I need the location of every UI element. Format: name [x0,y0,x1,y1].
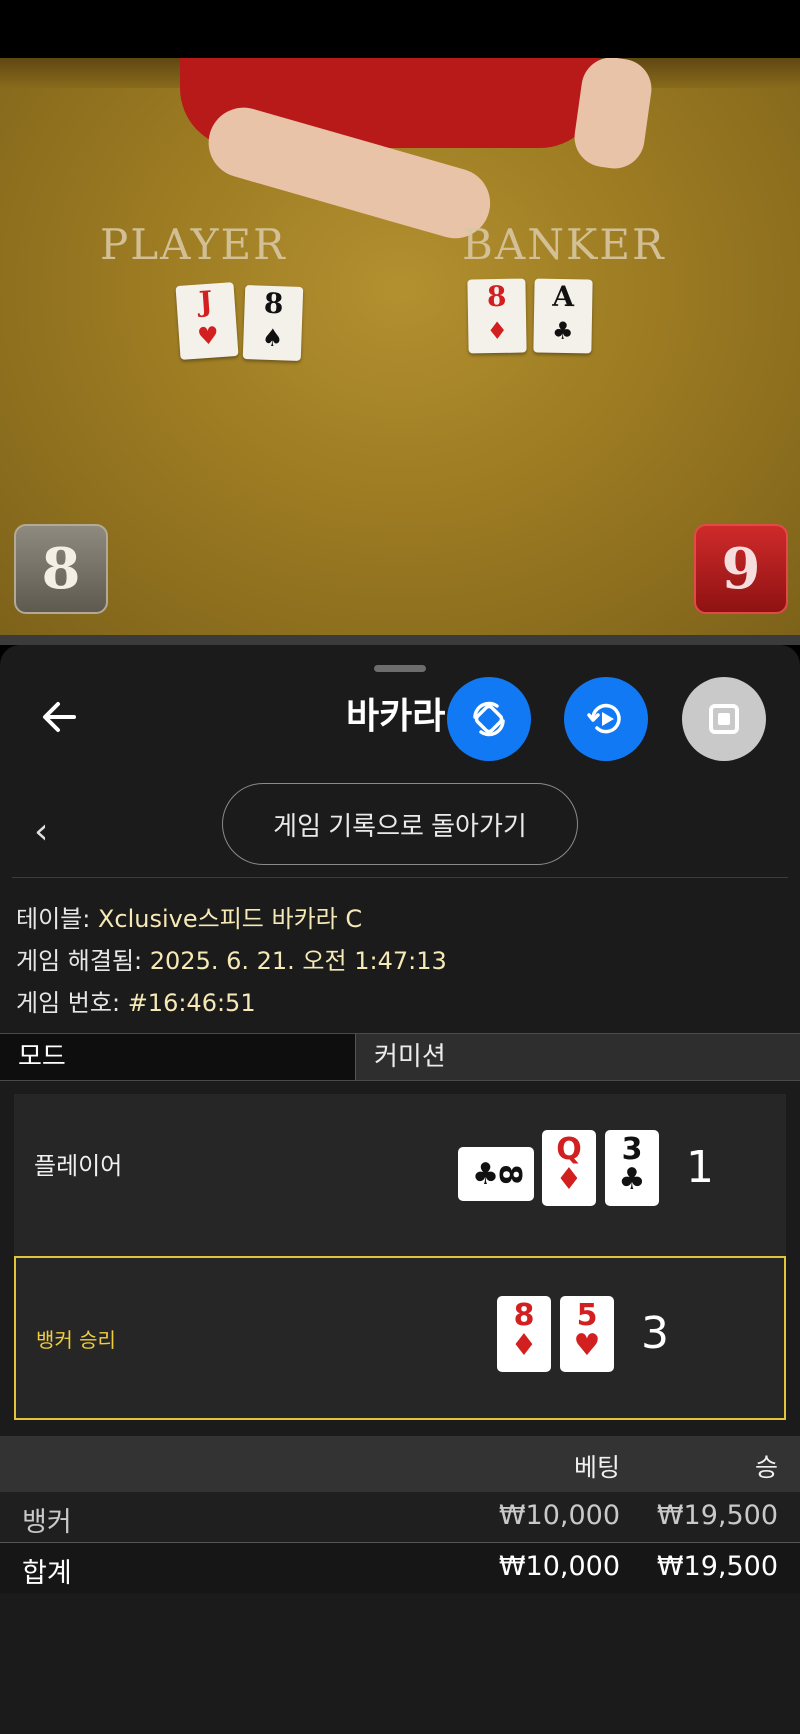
banker-card-1-rank: 8 [513,1298,535,1333]
diamond-suit-icon: ♦ [486,315,509,346]
player-card-3-rank: 3 [621,1132,643,1167]
heart-suit-icon: ♥ [573,1328,601,1363]
total-win-amount: ₩19,500 [656,1551,778,1582]
replay-button[interactable] [564,677,648,761]
drag-handle[interactable] [374,665,426,672]
mode-value: 커미션 [374,1042,446,1072]
diamond-suit-icon: ♦ [555,1162,583,1197]
player-hand-total: 1 [686,1142,714,1193]
club-suit-icon: ♣ [618,1162,646,1197]
stop-button[interactable] [682,677,766,761]
bet-amount: ₩10,000 [498,1500,620,1531]
player-card-1: ♣ 8 [458,1147,534,1201]
game-number-info: 게임 번호: #16:46:51 [16,983,256,1018]
bets-table: 베팅 승 뱅커 ₩10,000 ₩19,500 합계 ₩10,000 ₩19,5… [0,1436,800,1593]
banker-score-badge: 9 [694,524,788,614]
table-card-rank: 8 [486,279,507,314]
banker-win-label: 뱅커 승리 [36,1328,116,1352]
banker-card-2: 5 ♥ [560,1296,614,1372]
game-detail-panel: 바카라 ‹ 게임 기록으로 돌아가기 테이블: Xclusive스피드 바카라 … [0,645,800,1734]
player-card-2-rank: Q [556,1132,582,1167]
table-card-player-2: 8 ♠ [242,285,304,361]
player-card-2: Q ♦ [542,1130,596,1206]
heart-suit-icon: ♥ [196,320,220,351]
road-strip [0,635,800,645]
arrow-left-icon[interactable] [38,695,82,739]
player-card-3: 3 ♣ [605,1130,659,1206]
spade-suit-icon: ♠ [261,322,284,353]
table-card-banker-1: 8 ♦ [467,278,527,354]
table-info-value: Xclusive스피드 바카라 C [97,905,363,933]
win-amount: ₩19,500 [656,1500,778,1531]
player-card-1-rank: 8 [491,1163,527,1185]
rotate-sync-icon [473,701,505,737]
banker-hand-row: 뱅커 승리 8 ♦ 5 ♥ 3 [14,1256,786,1420]
divider [12,877,788,878]
mode-label: 모드 [0,1034,356,1080]
player-hand-name: 플레이어 [34,1152,123,1180]
club-suit-icon: ♣ [551,315,574,346]
player-score-badge: 8 [14,524,108,614]
diamond-suit-icon: ♦ [510,1328,538,1363]
bet-column-header: 베팅 [573,1453,620,1482]
game-number-label: 게임 번호: [16,989,121,1017]
table-label-banker: BANKER [462,220,666,269]
stop-square-icon [709,704,739,734]
back-to-history-button[interactable]: 게임 기록으로 돌아가기 [222,783,578,865]
banker-hand-total: 3 [641,1308,669,1359]
player-hand-row: 플레이어 ♣ 8 Q ♦ 3 ♣ 1 [14,1094,786,1256]
table-card-rank: 8 [263,286,284,321]
resolved-info: 게임 해결됨: 2025. 6. 21. 오전 1:47:13 [16,941,447,976]
total-bet-amount: ₩10,000 [498,1551,620,1582]
bet-name: 뱅커 [22,1507,72,1538]
table-row: 뱅커 ₩10,000 ₩19,500 [0,1492,800,1543]
table-label-player: PLAYER [100,220,287,269]
live-video-feed: PLAYER BANKER J ♥ 8 ♠ 8 ♦ A ♣ 8 9 [0,58,800,635]
table-row-total: 합계 ₩10,000 ₩19,500 [0,1543,800,1593]
banker-card-1: 8 ♦ [497,1296,551,1372]
rotate-sync-button[interactable] [447,677,531,761]
total-label: 합계 [22,1558,72,1589]
dealer-right-hand [570,58,656,173]
table-card-rank: J [197,284,214,319]
table-card-player-1: J ♥ [175,282,239,360]
bets-table-header: 베팅 승 [0,1436,800,1492]
replay-play-icon [587,703,621,734]
table-card-banker-2: A ♣ [533,278,593,354]
banker-card-2-rank: 5 [576,1298,598,1333]
resolved-info-label: 게임 해결됨: [16,947,143,975]
chevron-left-icon[interactable]: ‹ [34,811,48,852]
page-title: 바카라 [346,696,446,737]
status-bar [0,0,800,58]
table-info-label: 테이블: [16,905,91,933]
table-info: 테이블: Xclusive스피드 바카라 C [16,899,362,934]
mode-bar: 모드 커미션 [0,1033,800,1081]
game-number-value: #16:46:51 [127,989,256,1017]
resolved-info-value: 2025. 6. 21. 오전 1:47:13 [149,947,447,975]
table-card-rank: A [552,279,575,314]
win-column-header: 승 [754,1453,778,1482]
